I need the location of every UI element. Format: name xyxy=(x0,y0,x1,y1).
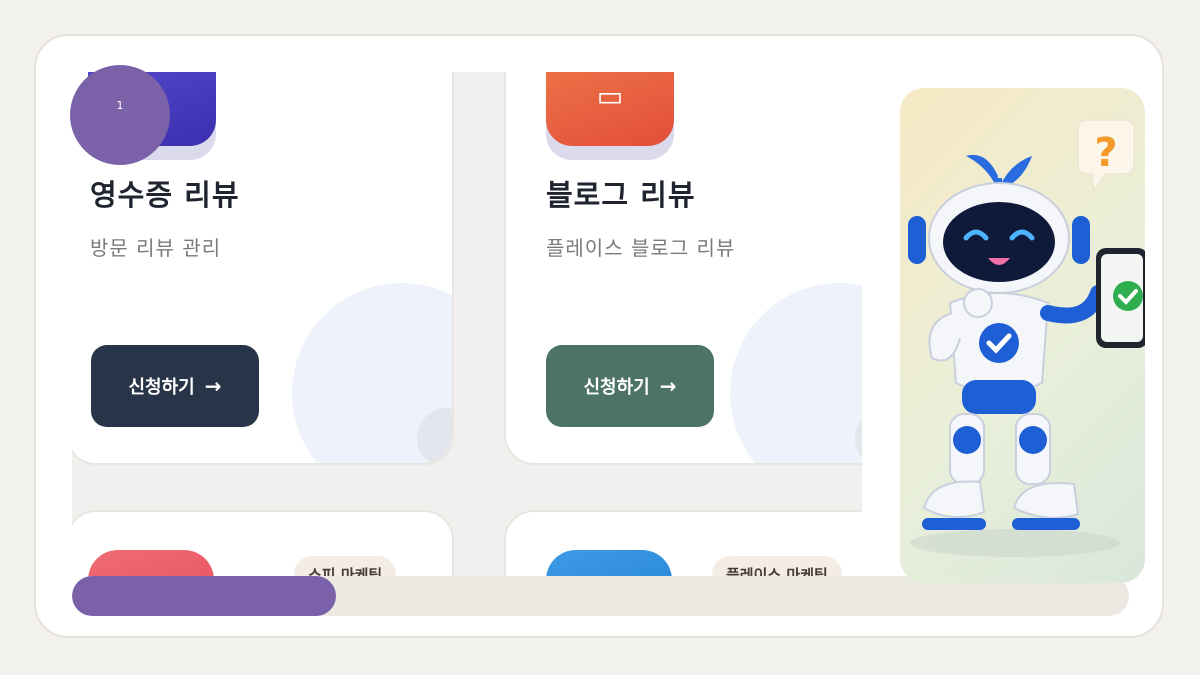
place-marketing-icon xyxy=(546,550,672,577)
service-card-bottom-left[interactable]: 스피 마케팅 xyxy=(72,510,454,577)
arrow-right-icon: → xyxy=(204,374,222,398)
robot-mascot-illustration: ? xyxy=(900,88,1145,583)
apply-button[interactable]: 신청하기 → xyxy=(546,345,714,427)
service-card-bottom-right[interactable]: 플레이스 마케팅 xyxy=(504,510,862,577)
card-subtitle: 방문 리뷰 관리 xyxy=(90,236,222,260)
card-title: 블로그 리뷰 xyxy=(546,178,696,212)
robot-mascot-icon: ? xyxy=(908,119,1145,557)
progress-fill xyxy=(72,576,337,616)
card-subtitle: 플레이스 블로그 리뷰 xyxy=(546,236,736,260)
apply-button-label: 신청하기 xyxy=(128,377,195,398)
apply-button[interactable]: 신청하기 → xyxy=(91,345,259,427)
decorative-circle xyxy=(730,283,862,463)
check-icon xyxy=(1113,281,1143,311)
apply-button-label: 신청하기 xyxy=(583,377,650,398)
blog-icon: ▭ xyxy=(546,72,674,146)
category-tag: 스피 마케팅 xyxy=(294,556,397,577)
arrow-right-icon: → xyxy=(659,374,677,398)
question-mark-icon: ? xyxy=(1094,130,1117,176)
service-card-grid: ✎ 영수증 리뷰 방문 리뷰 관리 신청하기 → ▭ 블로그 리뷰 플레이스 블… xyxy=(72,72,862,577)
page-number-badge: 1 xyxy=(70,65,170,165)
service-card-blog-review[interactable]: ▭ 블로그 리뷰 플레이스 블로그 리뷰 신청하기 → xyxy=(504,72,862,465)
card-title: 영수증 리뷰 xyxy=(90,178,240,212)
decorative-circle xyxy=(292,283,452,463)
category-tag: 플레이스 마케팅 xyxy=(712,556,842,577)
marketing-icon xyxy=(88,550,214,577)
